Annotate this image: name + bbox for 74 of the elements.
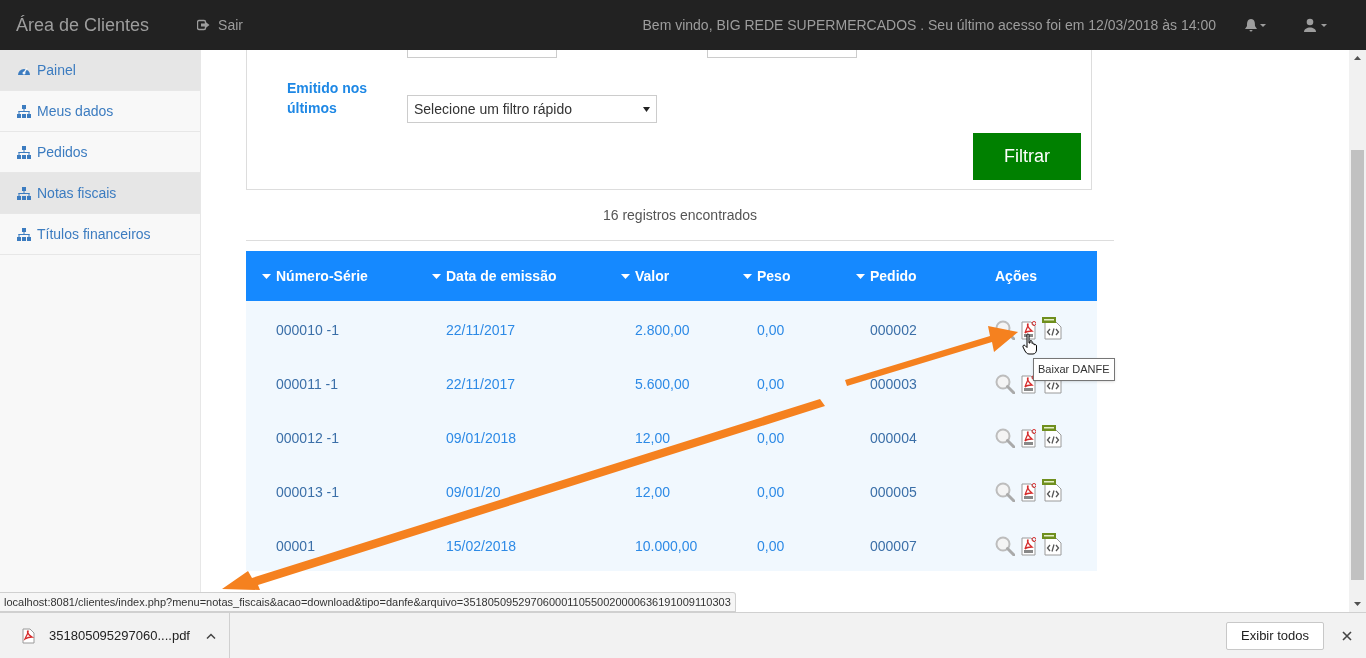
table-cell-text: 000012 -1 — [276, 429, 340, 448]
table-cell-text: 0,00 — [757, 375, 785, 394]
sort-caret-icon — [621, 273, 630, 279]
close-icon[interactable] — [1342, 630, 1352, 641]
welcome-text: Bem vindo, BIG REDE SUPERMERCADOS . Seu último acesso foi em 12/03/2018 às 14:00 — [642, 15, 1216, 35]
table-cell-text: 12,00 — [635, 429, 671, 448]
table-cell-text: 09/01/2018 — [446, 429, 517, 448]
table-cell-text: 000005 — [870, 483, 917, 502]
pdf-file-icon[interactable] — [1021, 483, 1036, 502]
sitemap-icon — [17, 145, 31, 159]
brand-title[interactable]: Área de Clientes — [16, 11, 150, 39]
scrollbar[interactable] — [1349, 50, 1366, 612]
user-dropdown[interactable] — [1304, 18, 1328, 32]
table-cell-text: 0,00 — [757, 483, 785, 502]
sort-caret-icon — [743, 273, 752, 279]
xml-file-icon[interactable] — [1042, 317, 1062, 340]
table-cell-text: 000002 — [870, 321, 917, 340]
sidebar-item[interactable]: Notas fiscais — [0, 173, 200, 214]
table-cell-text: 10.000,00 — [635, 537, 698, 556]
xml-file-icon[interactable] — [1042, 533, 1062, 556]
table-cell-text: 09/01/20 — [446, 483, 501, 502]
quick-filter-select[interactable]: Selecione um filtro rápido — [407, 95, 657, 123]
table-cell-text: 5.600,00 — [635, 375, 690, 394]
table-cell-text: 000010 -1 — [276, 321, 340, 340]
table-cell-text: 000003 — [870, 375, 917, 394]
column-header[interactable]: Peso — [743, 251, 791, 301]
show-all-button[interactable]: Exibir todos — [1226, 621, 1324, 650]
column-header[interactable]: Data de emissão — [432, 251, 557, 301]
input-field[interactable] — [407, 50, 557, 58]
filter-label: Emitido nos últimos — [287, 79, 369, 118]
column-header[interactable]: Valor — [621, 251, 670, 301]
scroll-up-icon[interactable] — [1354, 56, 1361, 60]
sidebar-item[interactable]: Painel — [0, 50, 200, 91]
table-cell-text: 2.800,00 — [635, 321, 690, 340]
pdf-file-icon[interactable] — [1021, 321, 1036, 340]
table-cell-text: 0,00 — [757, 321, 785, 340]
table-cell-text: 000013 -1 — [276, 483, 340, 502]
result-count: 16 registros encontrados — [602, 205, 758, 225]
status-url: localhost:8081/clientes/index.php?menu=notas_fiscais&acao=download&tipo=danfe&arquivo=35180509529706000110550020000636191009110303 — [0, 592, 736, 612]
column-header[interactable]: Número-Série — [262, 251, 368, 301]
logout-icon — [197, 19, 211, 31]
table-cell-text: 000004 — [870, 429, 917, 448]
table-cell-text: 22/11/2017 — [446, 321, 516, 340]
filter-button[interactable]: Filtrar — [973, 133, 1081, 180]
chevron-up-icon — [205, 632, 216, 639]
xml-file-icon[interactable] — [1042, 425, 1062, 448]
pdf-file-icon[interactable] — [1021, 429, 1036, 448]
column-header[interactable]: Ações — [995, 251, 1038, 301]
sort-caret-icon — [856, 273, 865, 279]
table-cell-text: 22/11/2017 — [446, 375, 516, 394]
table-cell-text: 000011 -1 — [276, 375, 338, 394]
sort-caret-icon — [432, 273, 441, 279]
table-cell-text: 000007 — [870, 537, 917, 556]
table-cell-text: 15/02/2018 — [446, 537, 517, 556]
pdf-file-icon[interactable] — [1021, 375, 1036, 394]
table-cell-text: 0,00 — [757, 537, 785, 556]
logout-link[interactable]: Sair — [197, 14, 243, 36]
hand-cursor-icon — [1022, 333, 1038, 355]
table-cell-text: 12,00 — [635, 483, 671, 502]
scroll-thumb[interactable] — [1351, 150, 1364, 580]
sitemap-icon — [17, 227, 31, 241]
table-cell-text: 0,00 — [757, 429, 785, 448]
scroll-down-icon[interactable] — [1354, 602, 1361, 606]
column-header[interactable]: Pedido — [856, 251, 917, 301]
pdf-file-icon — [22, 627, 35, 644]
caret-icon — [643, 106, 650, 112]
input-field[interactable] — [707, 50, 857, 58]
notifications-dropdown[interactable] — [1244, 18, 1266, 32]
sitemap-icon — [17, 104, 31, 118]
sitemap-icon — [17, 186, 31, 200]
sort-caret-icon — [262, 273, 271, 279]
pdf-file-icon[interactable] — [1021, 537, 1036, 556]
table-cell-text: 00001 — [276, 537, 315, 556]
xml-file-icon[interactable] — [1042, 479, 1062, 502]
